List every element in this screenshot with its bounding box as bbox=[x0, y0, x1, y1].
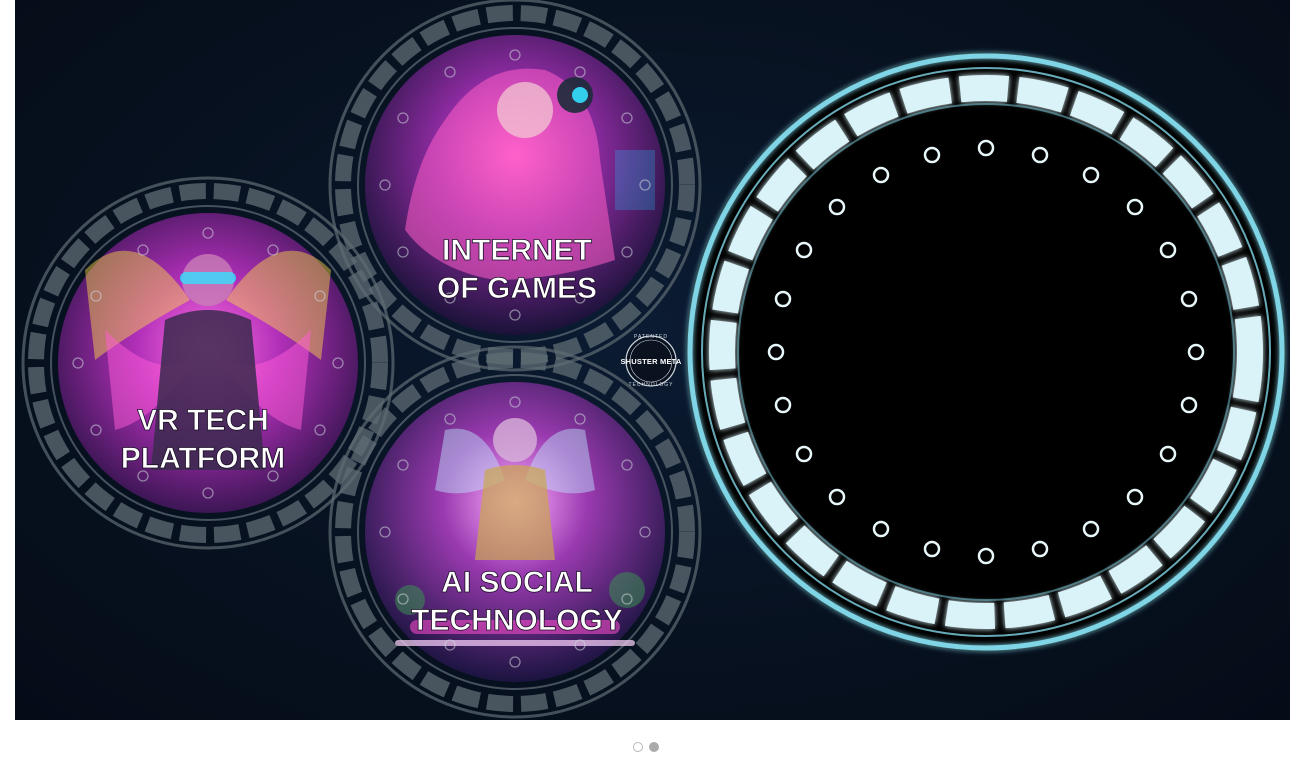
tile-ai-social-technology[interactable]: AI SOCIAL TECHNOLOGY bbox=[328, 345, 702, 719]
badge-top-text: PATENTED bbox=[634, 334, 668, 340]
patent-badge-text: PATENTED SHUSTER META TECHNOLOGY bbox=[612, 322, 690, 400]
hero-slide: INTERNET OF GAMES VR TECH PLATFORM AI SO… bbox=[15, 0, 1290, 720]
tile-top-line1: INTERNET bbox=[442, 234, 592, 267]
badge-name-text: SHUSTER META bbox=[620, 356, 682, 366]
pager-dot-2[interactable] bbox=[649, 742, 659, 752]
tile-bottom-line1: AI SOCIAL bbox=[441, 566, 593, 599]
tile-left-line1: VR TECH bbox=[137, 404, 269, 437]
pager-dot-1[interactable] bbox=[633, 742, 643, 752]
large-ring-frame bbox=[686, 52, 1286, 652]
tile-top-line2: OF GAMES bbox=[437, 272, 597, 305]
slide-pager bbox=[633, 742, 659, 752]
tile-left-line2: PLATFORM bbox=[121, 442, 285, 475]
badge-bottom-text: TECHNOLOGY bbox=[628, 382, 674, 388]
tile-bottom-line2: TECHNOLOGY bbox=[411, 604, 623, 637]
